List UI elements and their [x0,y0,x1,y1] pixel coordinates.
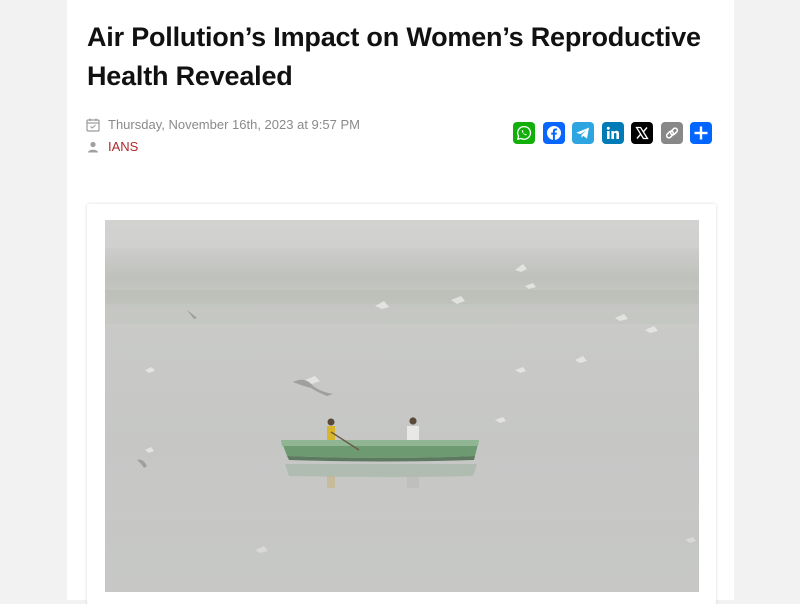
article-container: Air Pollution’s Impact on Women’s Reprod… [67,0,734,604]
whatsapp-icon [516,125,532,141]
linkedin-icon [606,126,619,139]
x-icon [635,126,649,140]
user-icon [86,140,100,154]
share-buttons [513,122,712,144]
article-author-link[interactable]: IANS [108,139,138,154]
share-plus-icon [694,126,708,140]
share-more-button[interactable] [690,122,712,144]
share-facebook-button[interactable] [542,122,565,144]
share-x-button[interactable] [631,122,653,144]
telegram-icon [576,127,589,139]
share-whatsapp-button[interactable] [513,122,535,144]
facebook-icon [546,126,561,140]
article-author-row: IANS [86,139,138,154]
smog-river-boat-photo [105,220,699,592]
link-icon [665,127,678,139]
share-linkedin-button[interactable] [601,122,624,144]
featured-image [105,220,699,592]
article-date-row: Thursday, November 16th, 2023 at 9:57 PM [86,117,360,132]
share-copy-link-button[interactable] [660,122,683,144]
article-title: Air Pollution’s Impact on Women’s Reprod… [87,22,701,91]
calendar-icon [86,118,100,132]
featured-image-card [87,204,716,604]
article-date: Thursday, November 16th, 2023 at 9:57 PM [108,117,360,132]
share-telegram-button[interactable] [572,122,594,144]
